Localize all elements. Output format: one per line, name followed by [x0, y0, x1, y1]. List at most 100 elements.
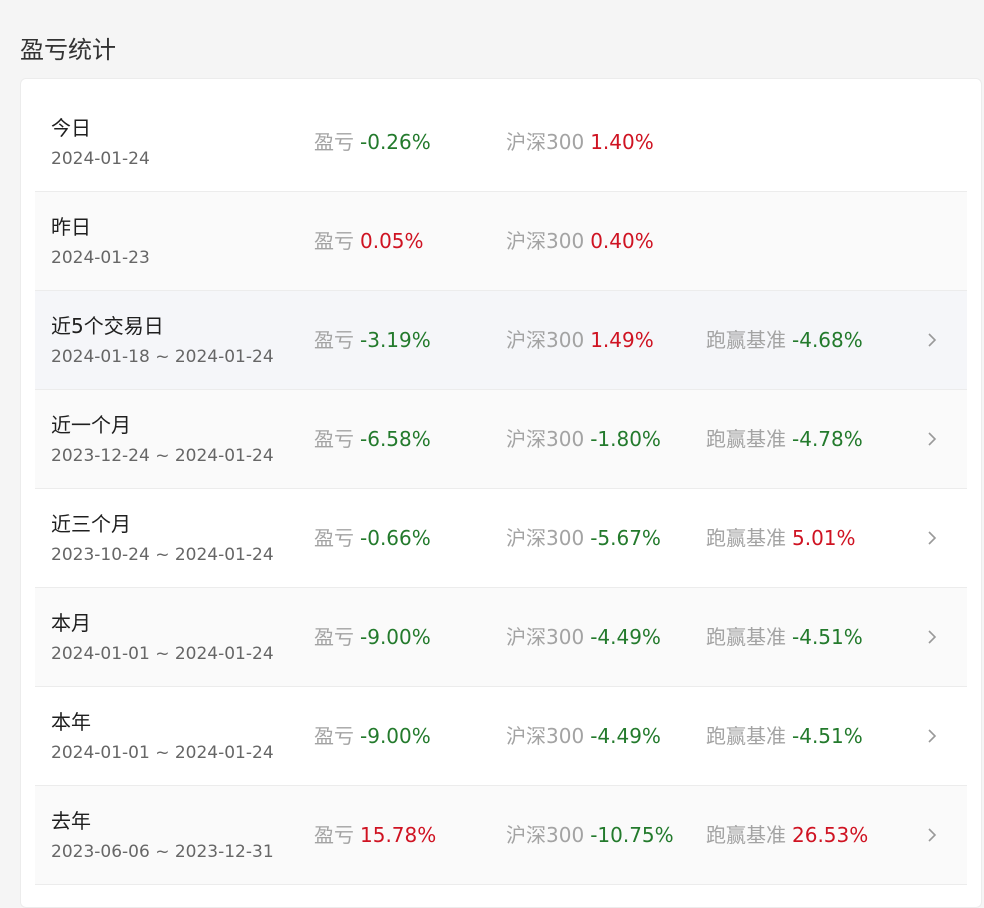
period-date: 2024-01-23	[51, 248, 150, 268]
period-label: 本年	[51, 710, 91, 734]
chevron-right-icon[interactable]	[923, 430, 941, 448]
stat-row-last-5-days[interactable]: 近5个交易日 2024-01-18 ~ 2024-01-24 盈亏 -3.19% …	[35, 291, 967, 390]
chevron-right-icon[interactable]	[923, 727, 941, 745]
index-metric: 沪深300 -4.49%	[506, 624, 661, 650]
index-metric: 沪深300 -5.67%	[506, 525, 661, 551]
chevron-right-icon[interactable]	[923, 331, 941, 349]
stat-row-this-year[interactable]: 本年 2024-01-01 ~ 2024-01-24 盈亏 -9.00% 沪深30…	[35, 687, 967, 786]
index-value: 0.40%	[590, 229, 654, 253]
excess-metric: 跑赢基准 26.53%	[706, 822, 868, 848]
stat-row-last-month[interactable]: 近一个月 2023-12-24 ~ 2024-01-24 盈亏 -6.58% 沪深…	[35, 390, 967, 489]
index-metric: 沪深300 -1.80%	[506, 426, 661, 452]
period-label: 昨日	[51, 215, 91, 239]
period-label: 今日	[51, 116, 91, 140]
pnl-value: -3.19%	[360, 328, 431, 352]
stat-row-this-month[interactable]: 本月 2024-01-01 ~ 2024-01-24 盈亏 -9.00% 沪深30…	[35, 588, 967, 687]
excess-label: 跑赢基准	[706, 724, 786, 748]
period-date: 2024-01-01 ~ 2024-01-24	[51, 644, 274, 664]
period-cell: 昨日 2024-01-23	[51, 214, 150, 269]
pnl-metric: 盈亏 -3.19%	[314, 327, 431, 353]
period-cell: 本月 2024-01-01 ~ 2024-01-24	[51, 610, 274, 665]
period-label: 去年	[51, 809, 91, 833]
excess-label: 跑赢基准	[706, 526, 786, 550]
excess-value: -4.78%	[792, 427, 863, 451]
period-cell: 本年 2024-01-01 ~ 2024-01-24	[51, 709, 274, 764]
index-label: 沪深300	[506, 823, 585, 847]
pnl-metric: 盈亏 -9.00%	[314, 723, 431, 749]
excess-value: 26.53%	[792, 823, 869, 847]
excess-value: -4.68%	[792, 328, 863, 352]
chevron-right-icon[interactable]	[923, 628, 941, 646]
index-metric: 沪深300 -10.75%	[506, 822, 674, 848]
stat-row-last-year[interactable]: 去年 2023-06-06 ~ 2023-12-31 盈亏 15.78% 沪深30…	[35, 786, 967, 885]
excess-metric: 跑赢基准 -4.51%	[706, 624, 863, 650]
stat-row-today: 今日 2024-01-24 盈亏 -0.26% 沪深300 1.40%	[35, 93, 967, 192]
pnl-value: -9.00%	[360, 625, 431, 649]
period-date: 2024-01-24	[51, 149, 150, 169]
chevron-right-icon[interactable]	[923, 529, 941, 547]
index-metric: 沪深300 1.40%	[506, 129, 654, 155]
pnl-label: 盈亏	[314, 625, 354, 649]
index-value: -10.75%	[590, 823, 674, 847]
excess-metric: 跑赢基准 -4.68%	[706, 327, 863, 353]
excess-label: 跑赢基准	[706, 328, 786, 352]
pnl-label: 盈亏	[314, 328, 354, 352]
stats-card: 今日 2024-01-24 盈亏 -0.26% 沪深300 1.40% 昨日 202…	[20, 78, 982, 908]
period-date: 2023-12-24 ~ 2024-01-24	[51, 446, 274, 466]
pnl-label: 盈亏	[314, 229, 354, 253]
period-label: 近5个交易日	[51, 314, 164, 338]
pnl-value: 0.05%	[360, 229, 424, 253]
pnl-metric: 盈亏 -0.66%	[314, 525, 431, 551]
excess-metric: 跑赢基准 -4.51%	[706, 723, 863, 749]
pnl-label: 盈亏	[314, 130, 354, 154]
period-date: 2023-10-24 ~ 2024-01-24	[51, 545, 274, 565]
pnl-value: -9.00%	[360, 724, 431, 748]
index-label: 沪深300	[506, 526, 585, 550]
index-label: 沪深300	[506, 427, 585, 451]
period-label: 本月	[51, 611, 91, 635]
pnl-value: -6.58%	[360, 427, 431, 451]
index-value: -1.80%	[590, 427, 661, 451]
excess-value: 5.01%	[792, 526, 856, 550]
page-title: 盈亏统计	[20, 36, 116, 64]
pnl-metric: 盈亏 15.78%	[314, 822, 436, 848]
period-cell: 去年 2023-06-06 ~ 2023-12-31	[51, 808, 274, 863]
period-cell: 近一个月 2023-12-24 ~ 2024-01-24	[51, 412, 274, 467]
period-date: 2023-06-06 ~ 2023-12-31	[51, 842, 274, 862]
index-label: 沪深300	[506, 625, 585, 649]
index-metric: 沪深300 0.40%	[506, 228, 654, 254]
period-label: 近三个月	[51, 512, 131, 536]
pnl-metric: 盈亏 -9.00%	[314, 624, 431, 650]
pnl-label: 盈亏	[314, 724, 354, 748]
index-metric: 沪深300 -4.49%	[506, 723, 661, 749]
pnl-metric: 盈亏 0.05%	[314, 228, 424, 254]
excess-label: 跑赢基准	[706, 427, 786, 451]
index-label: 沪深300	[506, 724, 585, 748]
pnl-value: -0.26%	[360, 130, 431, 154]
period-label: 近一个月	[51, 413, 131, 437]
excess-value: -4.51%	[792, 724, 863, 748]
index-label: 沪深300	[506, 130, 585, 154]
index-value: 1.40%	[590, 130, 654, 154]
index-value: -4.49%	[590, 724, 661, 748]
period-cell: 今日 2024-01-24	[51, 115, 150, 170]
period-date: 2024-01-18 ~ 2024-01-24	[51, 347, 274, 367]
excess-metric: 跑赢基准 -4.78%	[706, 426, 863, 452]
pnl-label: 盈亏	[314, 427, 354, 451]
index-label: 沪深300	[506, 229, 585, 253]
index-metric: 沪深300 1.49%	[506, 327, 654, 353]
stat-row-last-3-months[interactable]: 近三个月 2023-10-24 ~ 2024-01-24 盈亏 -0.66% 沪深…	[35, 489, 967, 588]
period-cell: 近三个月 2023-10-24 ~ 2024-01-24	[51, 511, 274, 566]
pnl-value: -0.66%	[360, 526, 431, 550]
excess-label: 跑赢基准	[706, 625, 786, 649]
index-value: -4.49%	[590, 625, 661, 649]
period-date: 2024-01-01 ~ 2024-01-24	[51, 743, 274, 763]
stat-row-yesterday: 昨日 2024-01-23 盈亏 0.05% 沪深300 0.40%	[35, 192, 967, 291]
pnl-metric: 盈亏 -0.26%	[314, 129, 431, 155]
excess-metric: 跑赢基准 5.01%	[706, 525, 856, 551]
index-value: -5.67%	[590, 526, 661, 550]
index-value: 1.49%	[590, 328, 654, 352]
excess-label: 跑赢基准	[706, 823, 786, 847]
chevron-right-icon[interactable]	[923, 826, 941, 844]
pnl-label: 盈亏	[314, 823, 354, 847]
